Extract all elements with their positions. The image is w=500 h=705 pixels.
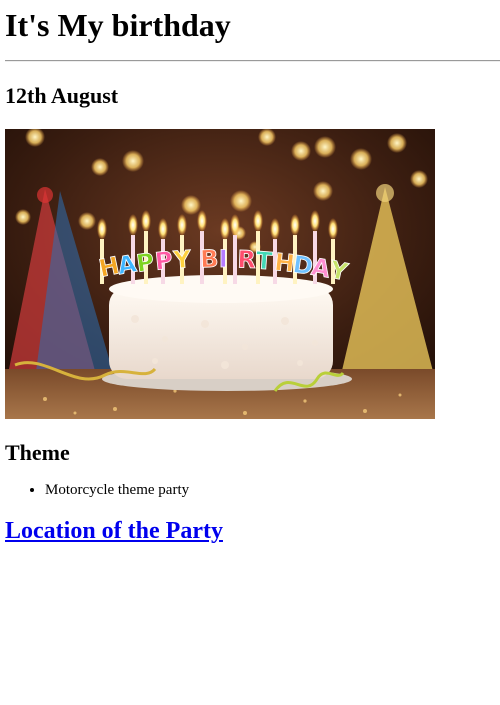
- candle-flame-icon: [97, 218, 107, 240]
- theme-list: Motorcycle theme party: [5, 480, 500, 500]
- birthday-date: 12th August: [5, 83, 119, 108]
- theme-list-item: Motorcycle theme party: [45, 480, 500, 500]
- candle-flame-icon: [328, 218, 338, 240]
- candle-flame-icon: [220, 218, 230, 240]
- page-title: It's My birthday: [5, 7, 231, 43]
- candle-flame-icon: [310, 210, 320, 232]
- candle-flame-icon: [177, 214, 187, 236]
- divider: [5, 60, 500, 62]
- cake-letter: R: [237, 245, 256, 274]
- cake-letter: B: [200, 245, 219, 274]
- cake-letter: T: [255, 246, 274, 275]
- candle-flame-icon: [290, 214, 300, 236]
- candle-flame-icon: [141, 210, 151, 232]
- candle-flame-icon: [128, 214, 138, 236]
- cake-letter: P: [154, 246, 174, 276]
- birthday-cake-image: HAPPY B I RT HDAY: [5, 129, 435, 419]
- candle-flame-icon: [158, 218, 168, 240]
- cake-letter: I: [219, 245, 228, 273]
- candle-flame-icon: [253, 210, 263, 232]
- candle-flame-icon: [270, 218, 280, 240]
- candle-flame-icon: [230, 214, 240, 236]
- theme-heading: Theme: [5, 440, 70, 465]
- cake-letter: Y: [172, 245, 193, 274]
- location-heading: Location of the Party: [5, 517, 500, 545]
- candle-flame-icon: [197, 210, 207, 232]
- page: It's My birthday 12th August H A P P Y B…: [0, 0, 500, 545]
- location-link[interactable]: Location of the Party: [5, 518, 223, 544]
